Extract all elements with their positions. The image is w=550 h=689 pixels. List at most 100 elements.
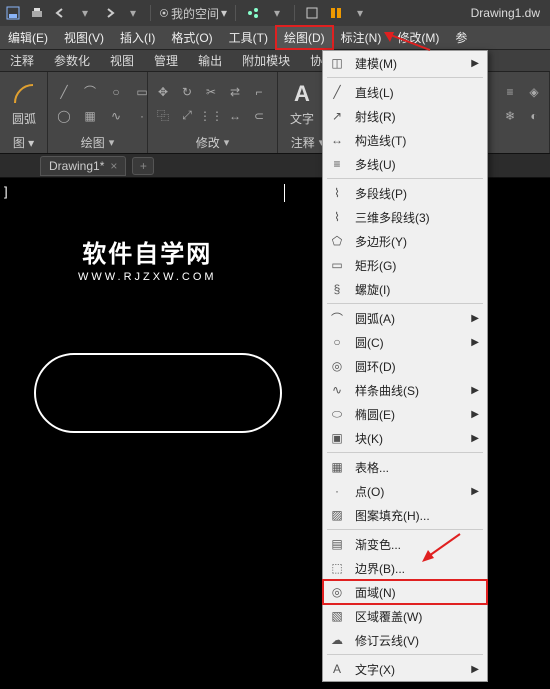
ribbon-tab[interactable]: 视图 [100, 50, 144, 71]
layer-off-icon[interactable]: ◐ [523, 105, 545, 127]
copy-icon[interactable]: ⿻ [152, 105, 174, 127]
spline-icon[interactable]: ∿ [104, 105, 128, 127]
pline-icon[interactable]: ⌒ [78, 81, 102, 103]
menu-item[interactable]: 插入(I) [112, 26, 163, 49]
window-icon[interactable] [303, 4, 321, 22]
menu-item-polygon[interactable]: ⬠多边形(Y) [323, 229, 487, 253]
menu-item-block[interactable]: ▣块(K)▶ [323, 426, 487, 450]
menu-item-text[interactable]: A文字(X)▶ [323, 657, 487, 681]
save-icon[interactable] [4, 4, 22, 22]
workspace-selector[interactable]: 我的空间 ▾ [159, 5, 227, 22]
hatch-icon[interactable]: ▦ [78, 105, 102, 127]
trim-icon[interactable]: ✂ [200, 81, 222, 103]
arc-button[interactable]: 圆弧 [4, 78, 44, 129]
wipeout-icon: ▧ [327, 606, 347, 626]
menu-item-label: 椭圆(E) [355, 406, 463, 423]
array-icon[interactable]: ⋮⋮ [200, 105, 222, 127]
chevron-down-icon[interactable]: ▾ [351, 4, 369, 22]
chevron-down-icon[interactable]: ▾ [268, 4, 286, 22]
menu-item-pline[interactable]: ⌇多段线(P) [323, 181, 487, 205]
menu-item-donut[interactable]: ◎圆环(D) [323, 354, 487, 378]
menu-item-pline3d[interactable]: ⌇三维多段线(3) [323, 205, 487, 229]
menu-item-wipeout[interactable]: ▧区域覆盖(W) [323, 604, 487, 628]
hatch-icon: ▨ [327, 505, 347, 525]
close-icon[interactable]: × [110, 159, 117, 173]
menu-item[interactable]: 工具(T) [221, 26, 276, 49]
menu-item-table[interactable]: ▦表格... [323, 455, 487, 479]
chevron-down-icon[interactable]: ▾ [124, 4, 142, 22]
mirror-icon[interactable]: ⇄ [224, 81, 246, 103]
share-icon[interactable] [244, 4, 262, 22]
menu-item-region[interactable]: ◎面域(N) [323, 580, 487, 604]
menu-item-label: 矩形(G) [355, 257, 479, 274]
line-icon: ╱ [327, 82, 347, 102]
menu-item[interactable]: 标注(N) [333, 26, 390, 49]
boundary-icon: ⬚ [327, 558, 347, 578]
stretch-icon[interactable]: ↔ [224, 105, 246, 127]
menu-item-ray[interactable]: ↗射线(R) [323, 104, 487, 128]
table-icon: ▦ [327, 457, 347, 477]
panel-modify: ✥ ↻ ✂ ⇄ ⌐ ⿻ ⤢ ⋮⋮ ↔ ⊂ 修改 ▾ [148, 72, 278, 153]
draw-menu-dropdown: ◫建模(M)▶ ╱ 直线(L) ↗射线(R)↔构造线(T)≡多线(U) ⌇多段线(P)⌇… [322, 50, 488, 682]
menu-item-mline[interactable]: ≡多线(U) [323, 152, 487, 176]
menu-item-cube[interactable]: ◫建模(M)▶ [323, 51, 487, 75]
menu-item-arc[interactable]: ⌒圆弧(A)▶ [323, 306, 487, 330]
layer-tool-grid: ≡ ◈ ❄ ◐ [499, 81, 545, 127]
menu-item-gradient[interactable]: ▤渐变色... [323, 532, 487, 556]
menu-item-rect[interactable]: ▭矩形(G) [323, 253, 487, 277]
menu-item-hatch[interactable]: ▨图案填充(H)... [323, 503, 487, 527]
submenu-arrow-icon: ▶ [471, 433, 479, 444]
undo-icon[interactable] [52, 4, 70, 22]
panel-title-label: 修改 [196, 134, 220, 151]
rotate-icon[interactable]: ↻ [176, 81, 198, 103]
ribbon-tab[interactable]: 注释 [0, 50, 44, 71]
menu-item[interactable]: 绘图(D) [276, 26, 333, 49]
ribbon-tab[interactable]: 输出 [188, 50, 232, 71]
watermark-main: 软件自学网 [78, 234, 217, 269]
offset-icon[interactable]: ⊂ [248, 105, 270, 127]
menu-bar: 编辑(E)视图(V)插入(I)格式(O)工具(T)绘图(D)标注(N)修改(M)… [0, 26, 550, 50]
menu-item-point[interactable]: ·点(O)▶ [323, 479, 487, 503]
panel-draw-tools: ╱ ⌒ ○ ▭ ◯ ▦ ∿ · 绘图 ▾ [48, 72, 148, 153]
fillet-icon[interactable]: ⌐ [248, 81, 270, 103]
new-tab-button[interactable]: + [132, 157, 154, 175]
menu-item[interactable]: 修改(M) [389, 26, 447, 49]
line-icon[interactable]: ╱ [52, 81, 76, 103]
text-button[interactable]: A 文字 [282, 78, 322, 129]
menu-item-boundary[interactable]: ⬚边界(B)... [323, 556, 487, 580]
ribbon-tab[interactable]: 参数化 [44, 50, 100, 71]
menu-item-helix[interactable]: §螺旋(I) [323, 277, 487, 301]
menu-item-line[interactable]: ╱ 直线(L) [323, 80, 487, 104]
circle-icon: ○ [327, 332, 347, 352]
ellipse-icon[interactable]: ◯ [52, 105, 76, 127]
menu-item-label: 直线(L) [355, 84, 479, 101]
layer-freeze-icon[interactable]: ❄ [499, 105, 521, 127]
chevron-down-icon: ▾ [221, 6, 227, 20]
spline-icon: ∿ [327, 380, 347, 400]
chevron-down-icon[interactable]: ▾ [76, 4, 94, 22]
menu-item-ellipse[interactable]: ⬭椭圆(E)▶ [323, 402, 487, 426]
move-icon[interactable]: ✥ [152, 81, 174, 103]
menu-item[interactable]: 参 [447, 26, 475, 49]
menu-item-revcloud[interactable]: ☁修订云线(V) [323, 628, 487, 652]
redo-icon[interactable] [100, 4, 118, 22]
document-tab[interactable]: Drawing1* × [40, 156, 126, 176]
menu-item-xline[interactable]: ↔构造线(T) [323, 128, 487, 152]
ribbon-tab[interactable]: 管理 [144, 50, 188, 71]
menu-item[interactable]: 编辑(E) [0, 26, 56, 49]
scale-icon[interactable]: ⤢ [176, 105, 198, 127]
menu-item[interactable]: 格式(O) [163, 26, 220, 49]
menu-item[interactable]: 视图(V) [56, 26, 112, 49]
menu-item-spline[interactable]: ∿样条曲线(S)▶ [323, 378, 487, 402]
menu-item-circle[interactable]: ○圆(C)▶ [323, 330, 487, 354]
circle-icon[interactable]: ○ [104, 81, 128, 103]
layer-state-icon[interactable]: ◈ [523, 81, 545, 103]
panel-draw-title: 图 ▾ [4, 133, 43, 151]
watermark: 软件自学网 WWW.RJZXW.COM [78, 234, 217, 283]
layer-icon[interactable]: ≡ [499, 81, 521, 103]
submenu-arrow-icon: ▶ [471, 58, 479, 69]
layout-icon[interactable] [327, 4, 345, 22]
ribbon-tab[interactable]: 附加模块 [232, 50, 300, 71]
modify-tool-grid: ✥ ↻ ✂ ⇄ ⌐ ⿻ ⤢ ⋮⋮ ↔ ⊂ [152, 81, 270, 127]
print-icon[interactable] [28, 4, 46, 22]
